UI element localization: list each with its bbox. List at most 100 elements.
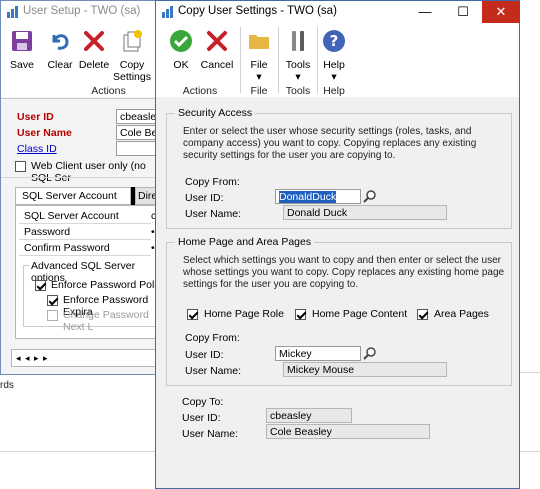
user-name-label: User Name (17, 127, 72, 139)
maximize-button[interactable]: ☐ (444, 1, 482, 23)
copy-dialog-titlebar[interactable]: Copy User Settings - TWO (sa) — ☐ ✕ (156, 1, 520, 23)
copy-settings-button[interactable]: Copy Settings (113, 29, 151, 83)
copy-dialog-toolbar: OK Cancel Actions File ▾ File Tools ▾ To… (156, 23, 519, 97)
background-text-fragment: rds (0, 380, 14, 391)
security-access-description: Enter or select the user whose security … (183, 126, 477, 161)
toolbar-separator (278, 27, 279, 93)
record-navigation-bar[interactable]: ◂ ◂ ▸ ▸ (11, 349, 171, 367)
enforce-password-expiration-checkbox[interactable] (47, 295, 58, 306)
home-page-content-checkbox[interactable] (295, 309, 306, 320)
close-button[interactable]: ✕ (482, 1, 520, 23)
tools-label: Tools (285, 59, 311, 71)
area-pages-label: Area Pages (434, 308, 489, 320)
copy-settings-label-line2: Settings (113, 71, 151, 83)
web-client-only-label: Web Client user only (no SQL Ser (31, 160, 146, 184)
tab-sql-server-account[interactable]: SQL Server Account (15, 187, 131, 205)
help-label: Help (323, 59, 345, 71)
undo-icon (52, 34, 69, 50)
home-copy-from-label: Copy From: (185, 332, 240, 344)
record-navigation-buttons[interactable]: ◂ ◂ ▸ ▸ (16, 353, 49, 363)
user-setup-title: User Setup - TWO (sa) (23, 5, 141, 17)
confirm-password-label: Confirm Password (19, 242, 151, 256)
tools-group-label: Tools (285, 85, 311, 97)
save-icon (12, 31, 32, 51)
user-setup-titlebar[interactable]: User Setup - TWO (sa) (1, 1, 169, 23)
home-user-id-label: User ID: (185, 349, 224, 361)
checkmark-icon (170, 30, 192, 52)
tools-menu-button[interactable]: Tools ▾ (283, 29, 313, 83)
help-group-label: Help (323, 85, 345, 97)
security-user-name-field: Donald Duck (283, 205, 447, 220)
copy-settings-icon (123, 30, 142, 52)
save-label: Save (10, 59, 34, 71)
security-copy-from-label: Copy From: (185, 176, 240, 188)
actions-group-label: Actions (182, 85, 218, 97)
cancel-x-icon (207, 31, 227, 51)
user-setup-window[interactable]: User Setup - TWO (sa) Save Clear Delete (0, 0, 171, 375)
copy-to-user-name-field: Cole Beasley (266, 424, 430, 439)
help-icon: ? (323, 30, 345, 52)
delete-button[interactable]: Delete (78, 29, 110, 71)
copy-settings-label-line1: Copy (119, 59, 145, 71)
home-page-role-checkbox[interactable] (187, 309, 198, 320)
security-access-title: Security Access (175, 107, 256, 119)
home-user-id-field[interactable]: Mickey (275, 346, 361, 361)
area-pages-checkbox[interactable] (417, 309, 428, 320)
help-dropdown-arrow: ▾ (331, 71, 337, 83)
cancel-button[interactable]: Cancel (200, 29, 234, 71)
security-user-id-label: User ID: (185, 192, 224, 204)
delete-label: Delete (78, 59, 110, 71)
ok-button[interactable]: OK (165, 29, 197, 71)
toolbar-separator (240, 27, 241, 93)
file-label: File (250, 59, 268, 71)
copy-to-label: Copy To: (182, 396, 224, 408)
actions-group-label: Actions (91, 85, 126, 97)
toolbar-divider (1, 98, 171, 99)
security-user-id-value: DonaldDuck (279, 191, 337, 203)
svg-text:?: ? (330, 32, 339, 50)
tools-dropdown-arrow: ▾ (295, 71, 301, 83)
delete-x-icon (84, 31, 104, 51)
folder-icon (249, 35, 269, 49)
copy-user-settings-window[interactable]: Copy User Settings - TWO (sa) — ☐ ✕ OK C… (155, 0, 520, 489)
home-user-name-field: Mickey Mouse (283, 362, 447, 377)
home-page-role-label: Home Page Role (204, 308, 284, 320)
cancel-label: Cancel (200, 59, 234, 71)
user-setup-toolbar: Save Clear Delete Copy Settings Actions (1, 23, 171, 97)
class-id-link[interactable]: Class ID (17, 143, 57, 155)
home-page-content-label: Home Page Content (312, 308, 408, 320)
security-access-section: Security Access Enter or select the user… (166, 107, 512, 229)
copy-to-user-name-label: User Name: (182, 428, 239, 440)
web-client-only-checkbox[interactable] (15, 161, 26, 172)
enforce-password-policy-label: Enforce Password Policy (51, 279, 168, 291)
home-page-title: Home Page and Area Pages (175, 236, 315, 248)
password-label: Password (19, 226, 151, 240)
copy-to-user-id-field: cbeasley (266, 408, 352, 423)
security-user-id-field[interactable]: DonaldDuck (275, 189, 361, 204)
lookup-icon[interactable] (363, 189, 377, 203)
home-page-section: Home Page and Area Pages Select which se… (166, 236, 512, 386)
save-button[interactable]: Save (7, 29, 37, 71)
dynamics-app-icon (7, 6, 18, 18)
change-password-next-login-checkbox[interactable] (47, 310, 58, 321)
dynamics-app-icon (162, 6, 173, 18)
change-password-next-login-label: Change Password Next L (63, 309, 149, 333)
minimize-button[interactable]: — (406, 1, 444, 23)
sql-server-account-label: SQL Server Account (19, 210, 151, 224)
lookup-icon[interactable] (363, 346, 377, 360)
tools-icon (292, 31, 304, 51)
home-page-description: Select which settings you want to copy a… (183, 255, 505, 290)
help-menu-button[interactable]: ? Help ▾ (320, 29, 348, 83)
security-user-name-label: User Name: (185, 208, 242, 220)
toolbar-separator (317, 27, 318, 93)
user-id-label: User ID (17, 111, 54, 123)
enforce-password-policy-checkbox[interactable] (35, 280, 46, 291)
copy-to-user-id-label: User ID: (182, 412, 221, 424)
ok-label: OK (173, 59, 189, 71)
file-group-label: File (250, 85, 268, 97)
clear-label: Clear (47, 59, 73, 71)
section-divider (1, 177, 171, 178)
file-dropdown-arrow: ▾ (256, 71, 262, 83)
file-menu-button[interactable]: File ▾ (246, 29, 272, 83)
clear-button[interactable]: Clear (45, 29, 75, 71)
